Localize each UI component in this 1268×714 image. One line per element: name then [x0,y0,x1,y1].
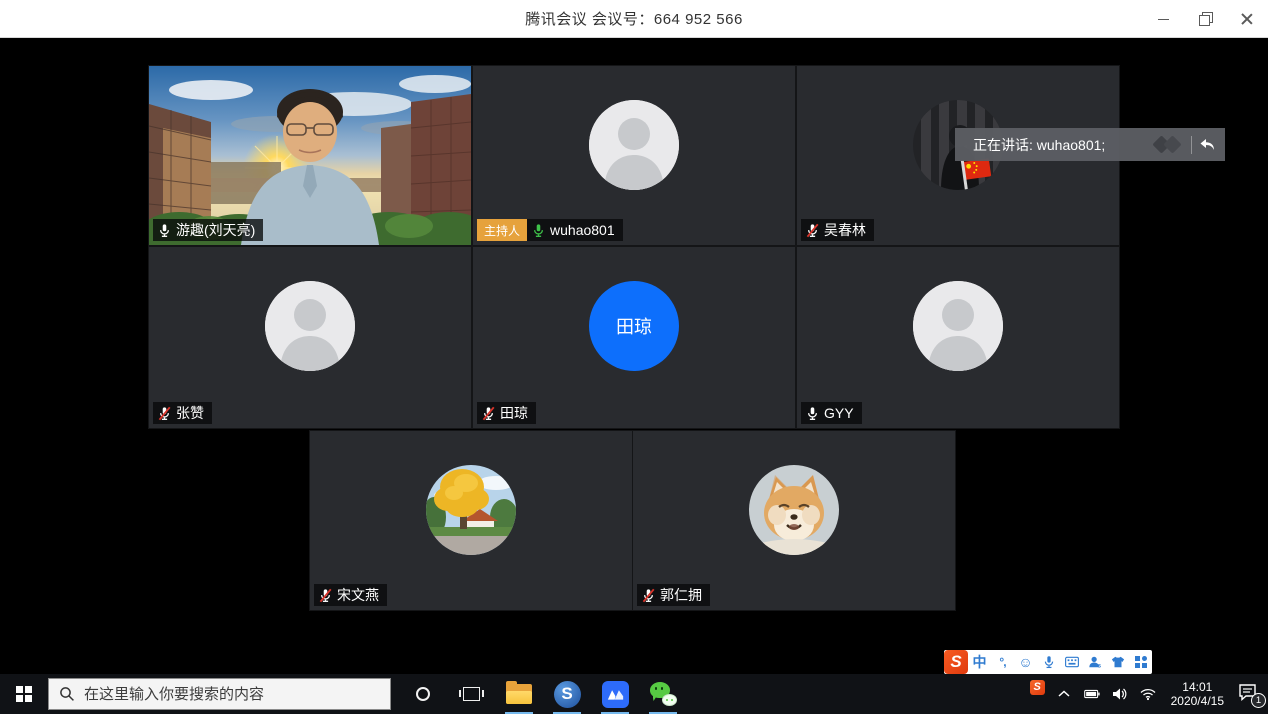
svg-text:s: s [1097,662,1101,669]
window-controls [1142,0,1268,38]
placeholder-avatar [265,281,355,371]
toolbox-icon[interactable] [1129,650,1152,674]
mic-muted-icon [481,406,496,421]
participant-name: 张赞 [176,403,204,423]
sogou-ime-toolbar: S 中 °, ☺ s [944,650,1152,674]
screen: 腾讯会议 会议号：664 952 566 [0,0,1268,714]
sogou-browser-button[interactable]: S [543,674,591,714]
participant-name: 游趣(刘天亮) [176,220,255,240]
tray-time: 14:01 [1171,680,1224,694]
taskbar-search-box[interactable] [48,678,391,710]
participant-name-strip: 张赞 [153,402,212,424]
video-tile-wuhao801[interactable]: 主持人 wuhao801 [473,66,795,245]
chinese-mode-icon[interactable]: 中 [968,650,991,674]
participant-name: 吴春林 [824,220,866,240]
participant-name-strip: 宋文燕 [314,584,387,606]
initials-avatar: 田琼 [589,281,679,371]
participant-name: wuhao801 [550,222,615,238]
wifi-icon[interactable] [1139,685,1157,703]
restore-button[interactable] [1184,0,1226,38]
toast-divider [1191,136,1192,154]
video-tile-youqu[interactable]: 游趣(刘天亮) [149,66,471,245]
tray-date: 2020/4/15 [1171,694,1224,708]
video-tile-guorenyong[interactable]: 郭仁拥 [633,431,955,610]
tencent-meeting-button[interactable] [591,674,639,714]
mic-muted-icon [157,406,172,421]
mic-muted-icon [318,588,333,603]
mic-on-icon [157,223,172,238]
participant-name: 田琼 [500,403,528,423]
close-button[interactable] [1226,0,1268,38]
meeting-video-grid: 游趣(刘天亮) 主持人 wuhao801 [0,38,1268,674]
minimize-button[interactable] [1142,0,1184,38]
wechat-button[interactable] [639,674,687,714]
start-button[interactable] [0,674,48,714]
mic-muted-icon [805,223,820,238]
account-icon[interactable]: s [1083,650,1106,674]
profile-photo-avatar [426,465,516,555]
task-view-button[interactable] [447,674,495,714]
punctuation-icon[interactable]: °, [991,650,1014,674]
task-view-icon [463,687,480,701]
cortana-icon [416,687,430,701]
participant-name-strip: 游趣(刘天亮) [153,219,263,241]
taskbar-app-icons: S [399,674,687,714]
participant-name: 宋文燕 [337,585,379,605]
placeholder-avatar [589,100,679,190]
windows-taskbar: S S [0,674,1268,714]
file-explorer-button[interactable] [495,674,543,714]
sogou-browser-icon: S [554,681,581,708]
battery-icon[interactable] [1083,685,1101,703]
speaking-toast-text: 正在讲话: wuhao801; [955,135,1149,155]
window-title: 腾讯会议 会议号：664 952 566 [0,8,1268,29]
placeholder-avatar [913,281,1003,371]
close-icon [1241,13,1253,25]
video-tile-songwenyan[interactable]: 宋文燕 [310,431,632,610]
search-input[interactable] [84,686,380,703]
participant-name-strip: 田琼 [477,402,536,424]
system-tray: S 14:01 2020/4/15 [1030,674,1268,714]
participant-name: GYY [824,405,854,421]
skin-icon[interactable] [1106,650,1129,674]
emoji-icon[interactable]: ☺ [1014,650,1037,674]
keyboard-icon[interactable] [1060,650,1083,674]
video-tile-zhangzan[interactable]: 张赞 [149,247,471,428]
tencent-meeting-icon [602,681,629,708]
tencent-meeting-logo-icon [1149,135,1189,155]
speaking-toast: 正在讲话: wuhao801; [955,128,1225,161]
volume-icon[interactable] [1111,685,1129,703]
host-badge: 主持人 [477,219,527,241]
sogou-logo-icon[interactable]: S [944,650,968,674]
participant-name-strip: GYY [801,402,862,424]
windows-logo-icon [16,686,32,702]
mic-speaking-icon [531,223,546,238]
avatar-initials: 田琼 [616,313,652,339]
participant-name-strip: 吴春林 [801,219,874,241]
participant-name: 郭仁拥 [660,585,702,605]
reply-arrow-icon[interactable] [1199,136,1216,153]
restore-icon [1200,14,1210,24]
title-bar: 腾讯会议 会议号：664 952 566 [0,0,1268,38]
tray-clock[interactable]: 14:01 2020/4/15 [1167,680,1228,708]
mic-on-icon [805,406,820,421]
tray-expand-chevron-icon[interactable] [1055,685,1073,703]
video-tile-gyy[interactable]: GYY [797,247,1119,428]
search-icon [59,686,75,702]
mic-muted-icon [641,588,656,603]
notification-count-badge: 1 [1251,693,1266,708]
profile-photo-avatar [749,465,839,555]
participant-name-strip: 主持人 wuhao801 [477,219,623,241]
sogou-tray-icon[interactable]: S [1030,680,1045,695]
participant-name-strip: 郭仁拥 [637,584,710,606]
video-tile-tianqiong[interactable]: 田琼 田琼 [473,247,795,428]
cortana-button[interactable] [399,674,447,714]
action-center-button[interactable]: 1 [1238,683,1262,705]
minimize-icon [1158,19,1169,20]
wechat-icon [650,682,677,706]
voice-input-icon[interactable] [1037,650,1060,674]
file-explorer-icon [506,684,532,704]
